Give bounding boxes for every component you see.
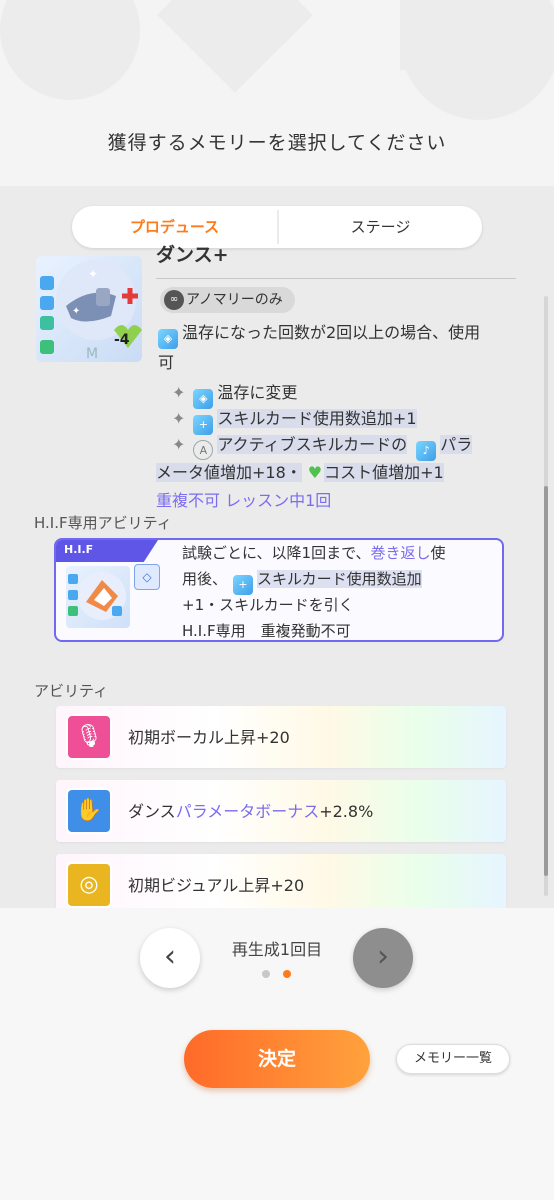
hif-card-art (68, 572, 126, 620)
hif-text: スキルカード使用数追加 (257, 570, 422, 588)
anomaly-label: アノマリーのみ (186, 292, 283, 308)
memory-list-button[interactable]: メモリー一覧 (396, 1044, 510, 1074)
anomaly-icon: ∞ (164, 290, 184, 310)
tab-stage[interactable]: ステージ (279, 206, 482, 248)
tab-bar: プロデュース ステージ (72, 206, 482, 248)
next-button[interactable]: › (353, 928, 413, 988)
hif-diamond-icon: ◇ (134, 564, 160, 590)
page-dot-active (283, 970, 291, 978)
effect-row: ✦ + スキルカード使用数追加+1 (172, 406, 417, 435)
condition-line: ◈ 温存になった回数が2回以上の場合、使用 (158, 320, 480, 349)
anomaly-badge: ∞ アノマリーのみ (160, 287, 295, 313)
chevron-right-icon: › (377, 939, 389, 974)
condition-text: 温存になった回数が2回以上の場合、使用 (182, 323, 481, 342)
sparkle-icon: ✦ (172, 409, 186, 428)
effect-row: ✦ ◈ 温存に変更 (172, 380, 297, 409)
memory-name: ダンス+ (156, 244, 229, 266)
cost-heart-icon: ♥ (307, 463, 323, 482)
hif-line: +1・スキルカードを引く (182, 596, 354, 614)
effect-row: ✦ A アクティブスキルカードの ♪ パラ (172, 432, 473, 461)
effect-text: コスト値増加+1 (324, 463, 444, 482)
effect-text: スキルカード使用数追加+1 (217, 409, 417, 428)
memory-detail-panel[interactable]: プロデュース ステージ ✦ ✦ M -4 ダンス+ ∞ アノマリーのみ ◈ 温存にな… (0, 186, 554, 908)
effect-row: メータ値増加+18・ ♥ コスト値増加+1 (156, 460, 444, 486)
ability-text: 初期ボーカル上昇+20 (128, 728, 290, 747)
hif-text: 試験ごとに、以降1回まで、 (182, 544, 371, 562)
regeneration-label: 再生成1回目 (231, 940, 323, 959)
ability-section-label: アビリティ (34, 682, 109, 700)
condition-line-2: 可 (158, 353, 175, 372)
ability-row-dance[interactable]: ✋ ダンスパラメータボーナス+2.8% (56, 780, 506, 842)
svg-text:✦: ✦ (88, 267, 98, 281)
visual-icon: ◎ (66, 862, 112, 908)
name-divider (156, 278, 516, 279)
hif-line: H.I.F専用 重複発動不可 (182, 622, 351, 640)
scrollbar-thumb[interactable] (544, 486, 548, 876)
limit-text: 重複不可 レッスン中1回 (156, 491, 332, 510)
conserve-icon: ◈ (158, 329, 178, 349)
svg-text:✦: ✦ (72, 306, 80, 317)
ability-highlight: パラメータボーナス (175, 802, 320, 821)
cost-badge: -4 (114, 332, 130, 348)
hif-highlight: 巻き返し (370, 544, 431, 562)
hif-line: 試験ごとに、以降1回まで、巻き返し使 (182, 540, 446, 566)
svg-text:M: M (86, 346, 98, 362)
effect-text: 温存に変更 (217, 383, 298, 402)
effect-text: メータ値増加+18・ (156, 463, 302, 482)
confirm-button[interactable]: 決定 (184, 1030, 370, 1088)
ability-row-visual[interactable]: ◎ 初期ビジュアル上昇+20 (56, 854, 506, 908)
hif-card-image (66, 566, 130, 628)
sparkle-icon: ✦ (172, 383, 186, 402)
hif-text: 用後、 (182, 570, 228, 588)
hif-line: 用後、 + スキルカード使用数追加 (182, 566, 422, 595)
ability-text-part: +2.8% (319, 802, 374, 821)
sparkle-icon: ✦ (172, 435, 186, 454)
hif-ability-card[interactable]: H.I.F ◇ 試験ごとに、以降1回まで、巻き返し使 用後、 + スキルカード使用数… (54, 538, 504, 642)
ability-text: 初期ビジュアル上昇+20 (128, 876, 305, 895)
microphone-icon: 🎙 (66, 714, 112, 760)
effect-text: アクティブスキルカードの (217, 435, 408, 454)
page-title: 獲得するメモリーを選択してください (107, 132, 447, 154)
active-card-icon: A (193, 440, 214, 460)
hif-tag: H.I.F (56, 540, 158, 562)
ability-text: ダンスパラメータボーナス+2.8% (128, 798, 373, 822)
dance-icon: ✋ (66, 788, 112, 834)
hif-text: 使 (430, 544, 446, 562)
effect-text: パラ (440, 435, 473, 454)
parameter-icon: ♪ (416, 441, 437, 461)
skill-card-image[interactable]: ✦ ✦ M -4 (36, 256, 142, 362)
hif-section-label: H.I.F専用アビリティ (34, 514, 172, 532)
ability-text-part: ダンス (128, 802, 176, 821)
ability-row-vocal[interactable]: 🎙 初期ボーカル上昇+20 (56, 706, 506, 768)
page-dot-inactive (262, 970, 270, 978)
